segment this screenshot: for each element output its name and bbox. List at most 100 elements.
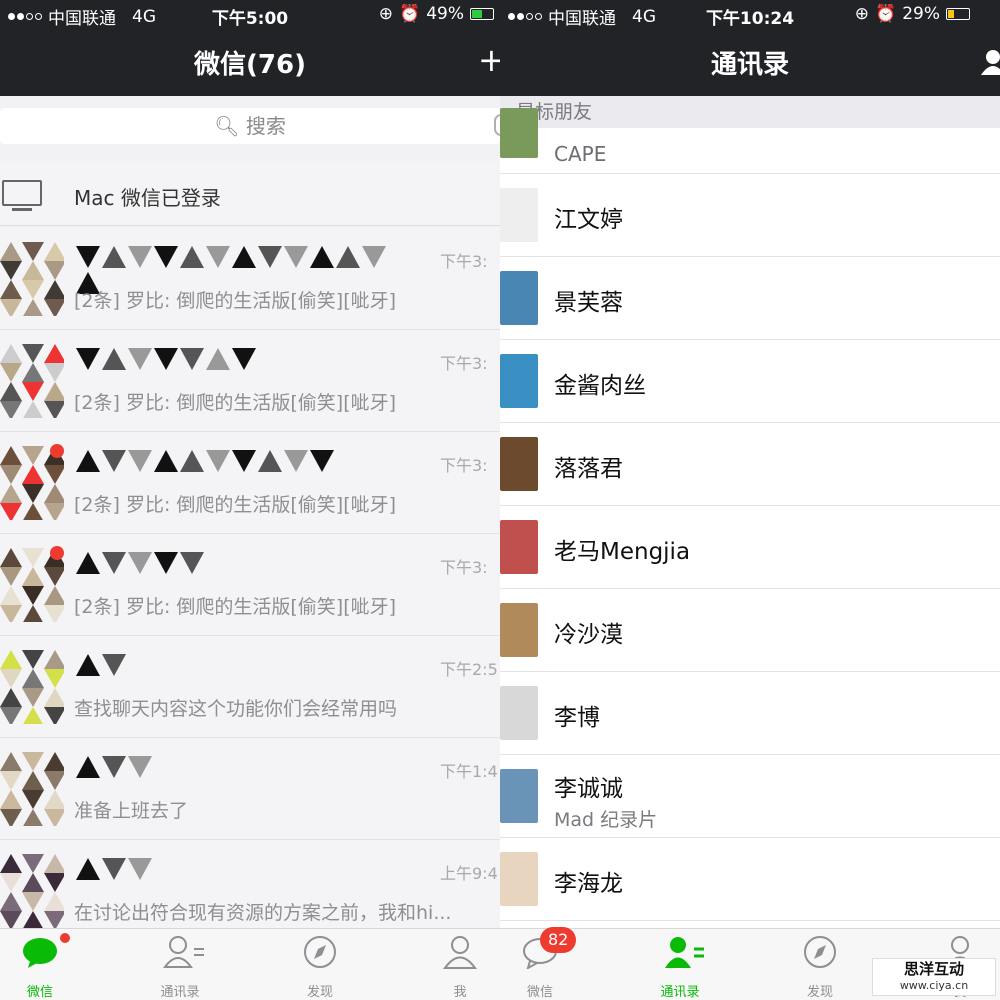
- avatar: [500, 271, 538, 325]
- redaction-mark: [310, 246, 334, 268]
- avatar-mosaic-tile: [22, 586, 44, 605]
- avatar-mosaic-tile: [22, 446, 44, 465]
- avatar-mosaic-tile: [22, 911, 44, 928]
- avatar: [0, 242, 64, 316]
- contact-row[interactable]: 李诚诚 Mad 纪录片: [500, 755, 1000, 838]
- avatar-mosaic-tile: [44, 873, 64, 892]
- contacts-icon: [162, 935, 204, 969]
- avatar-mosaic-tile: [44, 299, 64, 316]
- contact-row[interactable]: 李博: [500, 672, 1000, 755]
- redaction-mark: [232, 348, 256, 370]
- search-placeholder: 搜索: [245, 114, 286, 138]
- avatar-mosaic-tile: [0, 911, 22, 928]
- unread-dot: [50, 546, 64, 560]
- chat-list-item[interactable]: 下午3: [2条] 罗比: 倒爬的生活版[偷笑][呲牙]: [0, 228, 500, 330]
- avatar-mosaic-tile: [44, 911, 64, 928]
- redaction-mark: [102, 246, 126, 268]
- avatar-mosaic-tile: [0, 771, 22, 790]
- redaction-mark: [102, 654, 126, 676]
- watermark-logo: 思洋互动 www.ciya.cn: [872, 958, 996, 996]
- avatar-mosaic-tile: [0, 363, 22, 382]
- redaction-mark: [76, 756, 100, 778]
- redaction-mark: [180, 552, 204, 574]
- page-title: 微信(76): [194, 50, 306, 80]
- avatar-mosaic-tile: [44, 771, 64, 790]
- tab-label: 微信: [526, 985, 553, 1000]
- avatar-mosaic-tile: [44, 503, 64, 520]
- chat-list-item[interactable]: 下午3: [2条] 罗比: 倒爬的生活版[偷笑][呲牙]: [0, 330, 500, 432]
- redaction-mark: [102, 858, 126, 880]
- search-area: 🔍︎ 搜索: [0, 96, 500, 158]
- tab-chats[interactable]: 82 微信: [500, 927, 580, 1000]
- chat-list-item[interactable]: 下午2:5 查找聊天内容这个功能你们会经常用吗: [0, 636, 500, 738]
- contact-row[interactable]: CAPE: [500, 108, 1000, 174]
- tab-me[interactable]: 我: [420, 935, 500, 1000]
- contact-row[interactable]: 李海龙: [500, 838, 1000, 921]
- contact-row[interactable]: 老马Mengjia: [500, 506, 1000, 589]
- chat-name-redacted: [76, 348, 406, 378]
- avatar-mosaic-tile: [0, 567, 22, 586]
- tab-contacts[interactable]: 通讯录: [140, 935, 220, 1000]
- avatar-mosaic-tile: [0, 280, 22, 299]
- avatar-mosaic-tile: [22, 688, 44, 707]
- chat-list-item[interactable]: 下午3: [2条] 罗比: 倒爬的生活版[偷笑][呲牙]: [0, 432, 500, 534]
- redaction-mark: [258, 246, 282, 268]
- compass-icon: [302, 935, 338, 969]
- avatar-mosaic-tile: [0, 752, 22, 771]
- avatar-mosaic-tile: [44, 484, 64, 503]
- chat-list-item[interactable]: 上午9:4 在讨论出符合现有资源的方案之前，我和hi...: [0, 840, 500, 942]
- avatar-mosaic-tile: [44, 401, 64, 418]
- redaction-mark: [102, 756, 126, 778]
- avatar: [0, 344, 64, 418]
- rotation-lock-icon: ⊕: [854, 4, 870, 24]
- redaction-mark: [154, 246, 178, 268]
- watermark-title: 思洋互动: [903, 960, 964, 978]
- tab-discover[interactable]: 发现: [280, 935, 360, 1000]
- avatar-mosaic-tile: [0, 707, 22, 724]
- avatar-mosaic-tile: [44, 344, 64, 363]
- redaction-mark: [310, 450, 334, 472]
- redaction-mark: [258, 450, 282, 472]
- avatar-mosaic-tile: [44, 669, 64, 688]
- add-friend-button[interactable]: [980, 48, 1000, 80]
- avatar-mosaic-tile: [22, 465, 44, 484]
- avatar-mosaic-tile: [0, 650, 22, 669]
- avatar-mosaic-tile: [0, 299, 22, 316]
- redaction-mark: [206, 348, 230, 370]
- contact-row[interactable]: 落落君: [500, 423, 1000, 506]
- tab-contacts[interactable]: 通讯录: [640, 935, 720, 1000]
- redaction-mark: [76, 246, 100, 268]
- mac-login-banner[interactable]: Mac 微信已登录: [0, 162, 500, 226]
- avatar-mosaic-tile: [22, 280, 44, 299]
- contact-row[interactable]: 冷沙漠: [500, 589, 1000, 672]
- avatar: [500, 437, 538, 491]
- tab-discover[interactable]: 发现: [780, 935, 860, 1000]
- search-input[interactable]: 🔍︎ 搜索: [0, 108, 500, 144]
- avatar: [500, 769, 538, 823]
- contact-row[interactable]: 金酱肉丝: [500, 340, 1000, 423]
- chats-screen: 中国联通 4G 下午5:00 ⊕ ⏰ 49% 微信(76) + 🔍︎ 搜索 Ma…: [0, 0, 500, 1000]
- avatar-mosaic-tile: [0, 669, 22, 688]
- contact-name: 冷沙漠: [554, 622, 623, 648]
- chat-time: 下午3:: [440, 252, 488, 271]
- avatar-mosaic-tile: [22, 484, 44, 503]
- chat-list-item[interactable]: 下午3: [2条] 罗比: 倒爬的生活版[偷笑][呲牙]: [0, 534, 500, 636]
- avatar: [0, 752, 64, 826]
- contact-row[interactable]: 江文婷: [500, 174, 1000, 257]
- redaction-mark: [76, 450, 100, 472]
- chat-list-item[interactable]: 下午1:4 准备上班去了: [0, 738, 500, 840]
- search-icon: 🔍︎: [214, 114, 240, 138]
- redaction-mark: [206, 450, 230, 472]
- add-button[interactable]: +: [478, 44, 500, 76]
- avatar-mosaic-tile: [0, 688, 22, 707]
- avatar: [500, 188, 538, 242]
- avatar-mosaic-tile: [22, 299, 44, 316]
- tab-chats[interactable]: 微信: [0, 933, 80, 1000]
- chat-preview: [2条] 罗比: 倒爬的生活版[偷笑][呲牙]: [74, 392, 397, 414]
- contact-row[interactable]: 景芙蓉: [500, 257, 1000, 340]
- avatar-mosaic-tile: [44, 465, 64, 484]
- avatar-mosaic-tile: [0, 548, 22, 567]
- compass-icon: [802, 935, 838, 969]
- redaction-mark: [154, 450, 178, 472]
- avatar: [500, 686, 538, 740]
